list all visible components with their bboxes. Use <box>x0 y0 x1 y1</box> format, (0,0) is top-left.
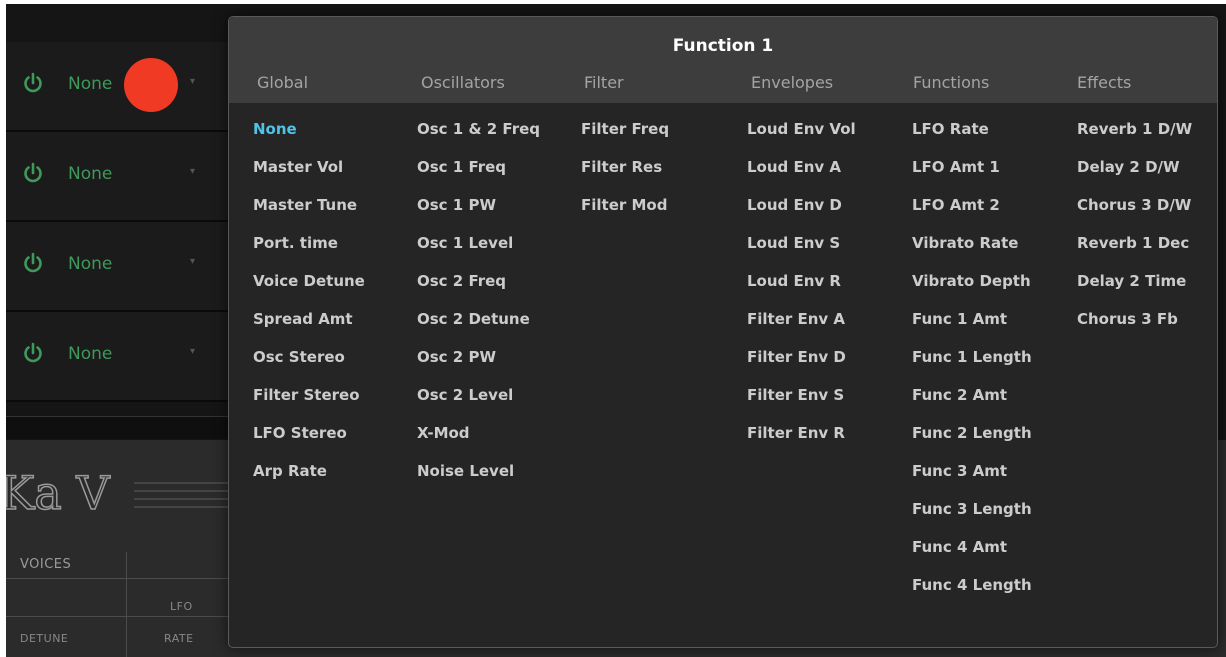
menu-item-master-vol[interactable]: Master Vol <box>253 155 365 193</box>
menu-item-reverb-1-dw[interactable]: Reverb 1 D/W <box>1077 117 1192 155</box>
logo-stripe <box>134 506 234 508</box>
column-effects: Reverb 1 D/W Delay 2 D/W Chorus 3 D/W Re… <box>1077 117 1192 345</box>
menu-item-osc-1-freq[interactable]: Osc 1 Freq <box>417 155 540 193</box>
menu-item-delay-2-time[interactable]: Delay 2 Time <box>1077 269 1192 307</box>
menu-title: Function 1 <box>672 36 774 56</box>
menu-item-func-1-amt[interactable]: Func 1 Amt <box>912 307 1032 345</box>
menu-item-osc-1-level[interactable]: Osc 1 Level <box>417 231 540 269</box>
menu-item-delay-2-dw[interactable]: Delay 2 D/W <box>1077 155 1192 193</box>
menu-item-vibrato-rate[interactable]: Vibrato Rate <box>912 231 1032 269</box>
detune-label: DETUNE <box>20 632 69 645</box>
panel-divider <box>126 552 127 657</box>
power-icon[interactable] <box>22 342 44 364</box>
mod-slot-2[interactable]: None ▾ <box>6 132 236 222</box>
menu-item-osc-1-2-freq[interactable]: Osc 1 & 2 Freq <box>417 117 540 155</box>
menu-item-noise-level[interactable]: Noise Level <box>417 459 540 497</box>
dropdown-arrow-icon[interactable]: ▾ <box>190 166 195 177</box>
menu-item-chorus-3-fb[interactable]: Chorus 3 Fb <box>1077 307 1192 345</box>
record-dot-icon <box>124 58 178 112</box>
panel-divider <box>6 616 236 617</box>
synth-logo: Ka V <box>6 465 110 521</box>
logo-stripe <box>134 498 234 500</box>
dropdown-arrow-icon[interactable]: ▾ <box>190 346 195 357</box>
logo-stripe <box>134 482 234 484</box>
menu-item-lfo-amt-1[interactable]: LFO Amt 1 <box>912 155 1032 193</box>
menu-item-func-2-amt[interactable]: Func 2 Amt <box>912 383 1032 421</box>
menu-item-filter-mod[interactable]: Filter Mod <box>581 193 669 231</box>
power-icon[interactable] <box>22 162 44 184</box>
menu-item-func-3-amt[interactable]: Func 3 Amt <box>912 459 1032 497</box>
panel-divider <box>6 578 236 579</box>
column-envelopes: Loud Env Vol Loud Env A Loud Env D Loud … <box>747 117 856 459</box>
logo-stripe <box>134 490 234 492</box>
menu-item-voice-detune[interactable]: Voice Detune <box>253 269 365 307</box>
menu-item-osc-1-pw[interactable]: Osc 1 PW <box>417 193 540 231</box>
mod-slot-1[interactable]: None ▾ <box>6 42 236 132</box>
menu-item-chorus-3-dw[interactable]: Chorus 3 D/W <box>1077 193 1192 231</box>
dropdown-arrow-icon[interactable]: ▾ <box>190 76 195 87</box>
column-heading-effects: Effects <box>1077 73 1132 92</box>
menu-item-loud-env-s[interactable]: Loud Env S <box>747 231 856 269</box>
menu-item-func-4-length[interactable]: Func 4 Length <box>912 573 1032 611</box>
function-menu: Function 1 Global Oscillators Filter Env… <box>228 16 1218 648</box>
menu-item-lfo-amt-2[interactable]: LFO Amt 2 <box>912 193 1032 231</box>
power-icon[interactable] <box>22 252 44 274</box>
mod-slot-1-value[interactable]: None <box>68 74 112 94</box>
menu-item-loud-env-r[interactable]: Loud Env R <box>747 269 856 307</box>
menu-item-spread-amt[interactable]: Spread Amt <box>253 307 365 345</box>
menu-item-osc-2-detune[interactable]: Osc 2 Detune <box>417 307 540 345</box>
column-filter: Filter Freq Filter Res Filter Mod <box>581 117 669 231</box>
menu-item-filter-env-s[interactable]: Filter Env S <box>747 383 856 421</box>
rate-label: RATE <box>164 632 194 645</box>
menu-item-master-tune[interactable]: Master Tune <box>253 193 365 231</box>
menu-item-arp-rate[interactable]: Arp Rate <box>253 459 365 497</box>
menu-item-func-2-length[interactable]: Func 2 Length <box>912 421 1032 459</box>
column-functions: LFO Rate LFO Amt 1 LFO Amt 2 Vibrato Rat… <box>912 117 1032 611</box>
menu-item-osc-2-level[interactable]: Osc 2 Level <box>417 383 540 421</box>
menu-item-port-time[interactable]: Port. time <box>253 231 365 269</box>
menu-item-func-4-amt[interactable]: Func 4 Amt <box>912 535 1032 573</box>
menu-item-vibrato-depth[interactable]: Vibrato Depth <box>912 269 1032 307</box>
menu-item-filter-res[interactable]: Filter Res <box>581 155 669 193</box>
menu-item-filter-stereo[interactable]: Filter Stereo <box>253 383 365 421</box>
column-heading-functions: Functions <box>913 73 990 92</box>
voices-label: VOICES <box>20 557 72 572</box>
menu-item-osc-2-pw[interactable]: Osc 2 PW <box>417 345 540 383</box>
mod-slot-2-value[interactable]: None <box>68 164 112 184</box>
power-icon[interactable] <box>22 72 44 94</box>
menu-item-filter-env-d[interactable]: Filter Env D <box>747 345 856 383</box>
mod-slot-4-value[interactable]: None <box>68 344 112 364</box>
menu-item-func-3-length[interactable]: Func 3 Length <box>912 497 1032 535</box>
menu-item-none[interactable]: None <box>253 117 365 155</box>
column-heading-oscillators: Oscillators <box>421 73 505 92</box>
menu-item-loud-env-d[interactable]: Loud Env D <box>747 193 856 231</box>
menu-item-func-1-length[interactable]: Func 1 Length <box>912 345 1032 383</box>
menu-item-osc-2-freq[interactable]: Osc 2 Freq <box>417 269 540 307</box>
column-heading-filter: Filter <box>584 73 624 92</box>
menu-header <box>229 17 1217 103</box>
menu-item-loud-env-a[interactable]: Loud Env A <box>747 155 856 193</box>
column-heading-envelopes: Envelopes <box>751 73 834 92</box>
lfo-label: LFO <box>170 600 193 613</box>
mod-slot-3-value[interactable]: None <box>68 254 112 274</box>
menu-item-osc-stereo[interactable]: Osc Stereo <box>253 345 365 383</box>
menu-item-filter-env-a[interactable]: Filter Env A <box>747 307 856 345</box>
menu-item-lfo-stereo[interactable]: LFO Stereo <box>253 421 365 459</box>
column-global: None Master Vol Master Tune Port. time V… <box>253 117 365 497</box>
menu-item-loud-env-vol[interactable]: Loud Env Vol <box>747 117 856 155</box>
column-oscillators: Osc 1 & 2 Freq Osc 1 Freq Osc 1 PW Osc 1… <box>417 117 540 497</box>
menu-item-x-mod[interactable]: X-Mod <box>417 421 540 459</box>
synth-app: None ▾ None ▾ None ▾ None ▾ Ka V VOICES … <box>6 4 1226 657</box>
panel-divider <box>6 416 236 439</box>
mod-slot-3[interactable]: None ▾ <box>6 222 236 312</box>
dropdown-arrow-icon[interactable]: ▾ <box>190 256 195 267</box>
menu-item-lfo-rate[interactable]: LFO Rate <box>912 117 1032 155</box>
menu-item-reverb-1-dec[interactable]: Reverb 1 Dec <box>1077 231 1192 269</box>
menu-item-filter-freq[interactable]: Filter Freq <box>581 117 669 155</box>
mod-slot-4[interactable]: None ▾ <box>6 312 236 402</box>
menu-item-filter-env-r[interactable]: Filter Env R <box>747 421 856 459</box>
column-heading-global: Global <box>257 73 309 92</box>
